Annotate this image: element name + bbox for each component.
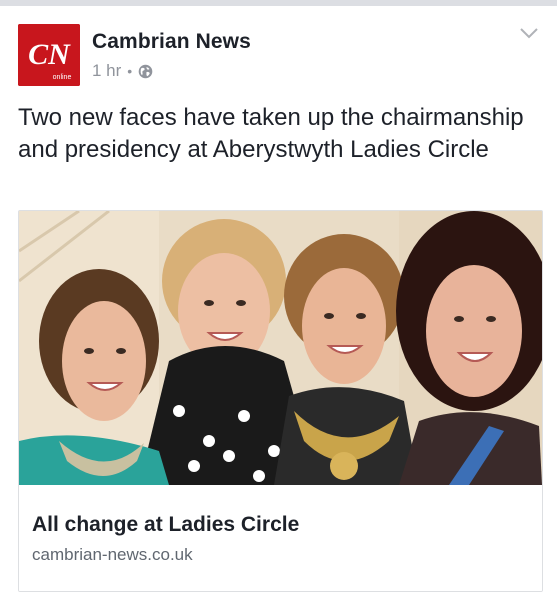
- feed-post: CN online Cambrian News 1 hr • Two new f…: [0, 6, 557, 600]
- page-avatar[interactable]: CN online: [18, 24, 80, 86]
- separator: •: [127, 63, 133, 79]
- link-preview-info[interactable]: All change at Ladies Circle cambrian-new…: [19, 485, 542, 591]
- post-meta: 1 hr •: [92, 61, 153, 81]
- svg-text:CN: CN: [28, 38, 71, 71]
- link-title[interactable]: All change at Ladies Circle: [32, 513, 299, 537]
- link-preview-card[interactable]: All change at Ladies Circle cambrian-new…: [18, 210, 543, 592]
- link-preview-image[interactable]: [19, 211, 542, 485]
- page-name[interactable]: Cambrian News: [92, 30, 251, 54]
- timestamp[interactable]: 1 hr: [92, 61, 121, 81]
- chevron-down-icon[interactable]: [519, 26, 539, 40]
- link-domain: cambrian-news.co.uk: [32, 545, 193, 564]
- svg-text:online: online: [53, 74, 72, 81]
- cambrian-news-logo: CN online: [18, 24, 80, 86]
- post-text: Two new faces have taken up the chairman…: [18, 104, 524, 163]
- globe-icon: [138, 64, 153, 79]
